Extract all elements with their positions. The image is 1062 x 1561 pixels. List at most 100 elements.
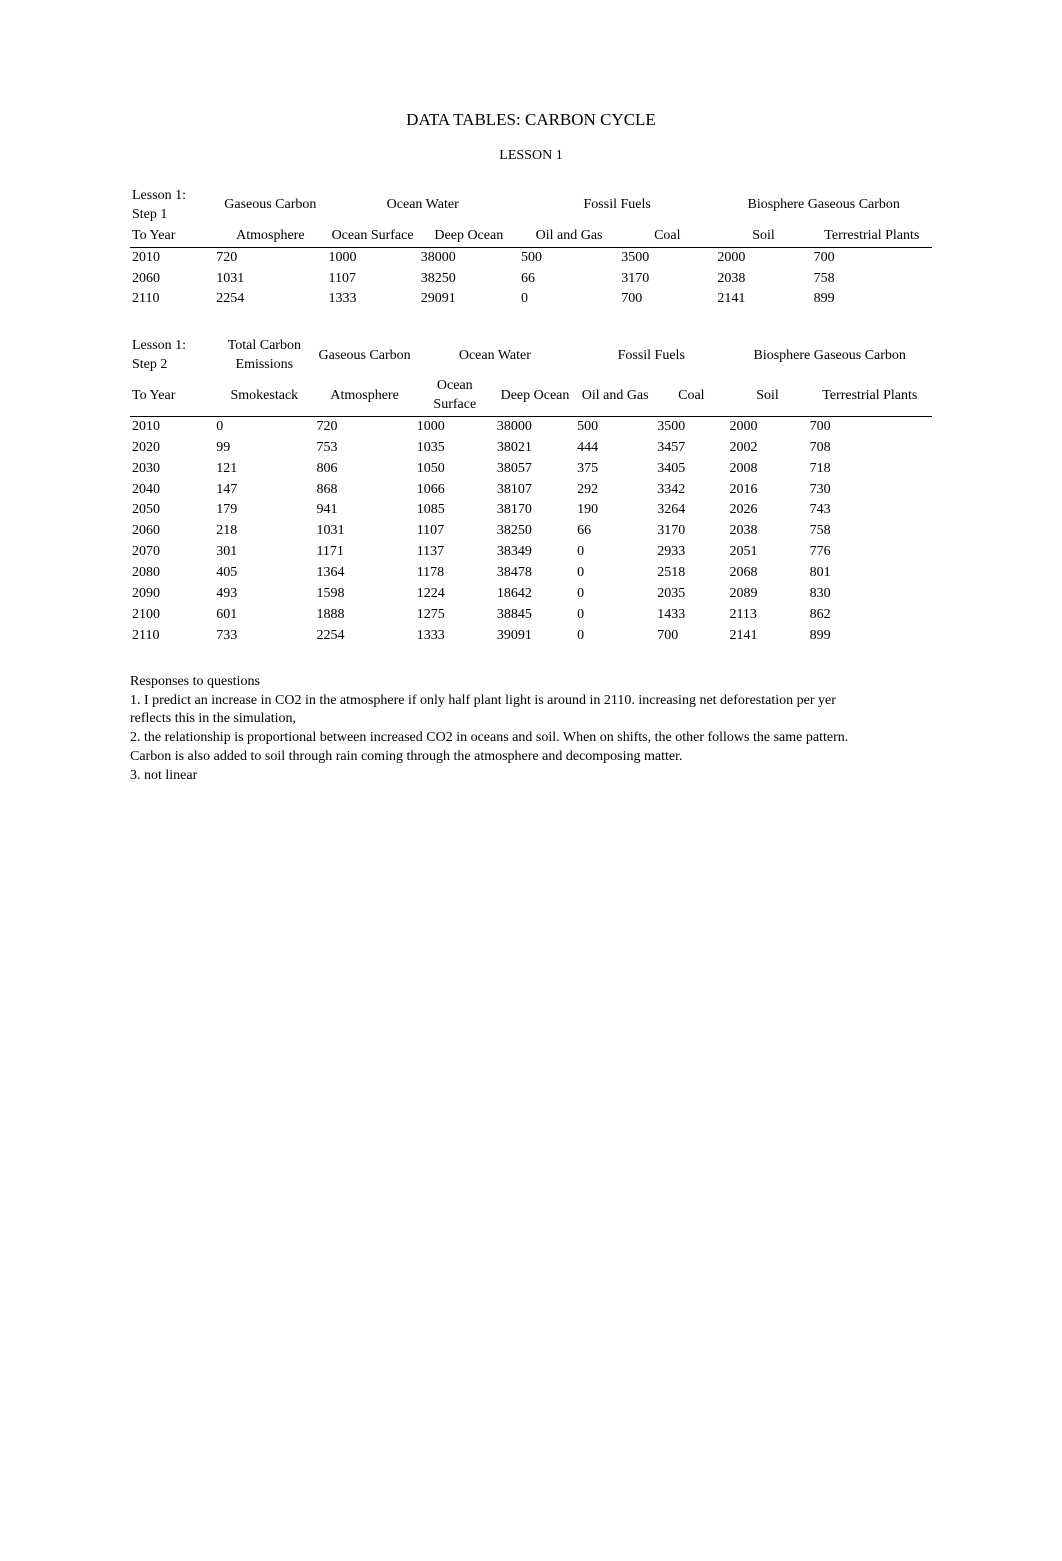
table-cell: 3170 bbox=[655, 521, 727, 542]
table-row: 201072010003800050035002000700 bbox=[130, 247, 932, 268]
table1-sub-atmosphere: Atmosphere bbox=[214, 226, 326, 247]
page-subtitle: LESSON 1 bbox=[130, 148, 932, 164]
responses-heading: Responses to questions bbox=[130, 673, 870, 692]
table-cell: 0 bbox=[575, 542, 655, 563]
table-cell: 1107 bbox=[415, 521, 495, 542]
table-cell: 38845 bbox=[495, 605, 575, 626]
table-cell: 1031 bbox=[314, 521, 414, 542]
table-cell: 292 bbox=[575, 480, 655, 501]
table-cell: 1050 bbox=[415, 459, 495, 480]
table-cell: 1107 bbox=[326, 269, 418, 290]
table-cell: 38107 bbox=[495, 480, 575, 501]
table-cell: 218 bbox=[214, 521, 314, 542]
table-cell: 700 bbox=[808, 416, 932, 437]
table2-corner2: To Year bbox=[130, 376, 214, 416]
table-cell: 2100 bbox=[130, 605, 214, 626]
table-cell: 733 bbox=[214, 626, 314, 647]
table-cell: 38057 bbox=[495, 459, 575, 480]
table-step1: Lesson 1: Step 1 Gaseous Carbon Ocean Wa… bbox=[130, 186, 932, 310]
table-cell: 1000 bbox=[326, 247, 418, 268]
table-cell: 66 bbox=[519, 269, 619, 290]
table-cell: 99 bbox=[214, 438, 314, 459]
table-cell: 2020 bbox=[130, 438, 214, 459]
table-cell: 2089 bbox=[727, 584, 807, 605]
table-cell: 1333 bbox=[326, 289, 418, 310]
document-page: DATA TABLES: CARBON CYCLE LESSON 1 Lesso… bbox=[0, 0, 1062, 786]
table-cell: 1066 bbox=[415, 480, 495, 501]
table-cell: 2016 bbox=[727, 480, 807, 501]
table2-sub-deepocean: Deep Ocean bbox=[495, 376, 575, 416]
table-cell: 1137 bbox=[415, 542, 495, 563]
table-cell: 2000 bbox=[715, 247, 811, 268]
table2-sub-oilgas: Oil and Gas bbox=[575, 376, 655, 416]
table1-group-fossil: Fossil Fuels bbox=[519, 186, 715, 226]
table-cell: 2038 bbox=[727, 521, 807, 542]
table-cell: 375 bbox=[575, 459, 655, 480]
table-cell: 753 bbox=[314, 438, 414, 459]
table-cell: 2060 bbox=[130, 269, 214, 290]
table-cell: 758 bbox=[808, 521, 932, 542]
table-cell: 1031 bbox=[214, 269, 326, 290]
table-cell: 2060 bbox=[130, 521, 214, 542]
table-cell: 1433 bbox=[655, 605, 727, 626]
table-cell: 3405 bbox=[655, 459, 727, 480]
table2-sub-soil: Soil bbox=[727, 376, 807, 416]
table-cell: 0 bbox=[519, 289, 619, 310]
table-row: 20703011171113738349029332051776 bbox=[130, 542, 932, 563]
table2-group-emissions: Total Carbon Emissions bbox=[214, 336, 314, 376]
table-cell: 405 bbox=[214, 563, 314, 584]
table-row: 20804051364117838478025182068801 bbox=[130, 563, 932, 584]
table-cell: 500 bbox=[575, 416, 655, 437]
table-cell: 444 bbox=[575, 438, 655, 459]
table-row: 2110225413332909107002141899 bbox=[130, 289, 932, 310]
table-cell: 720 bbox=[214, 247, 326, 268]
table-cell: 2141 bbox=[727, 626, 807, 647]
table-cell: 700 bbox=[812, 247, 932, 268]
table-cell: 708 bbox=[808, 438, 932, 459]
table-cell: 862 bbox=[808, 605, 932, 626]
table-cell: 1085 bbox=[415, 500, 495, 521]
table-cell: 2051 bbox=[727, 542, 807, 563]
table-cell: 2518 bbox=[655, 563, 727, 584]
table-cell: 2010 bbox=[130, 247, 214, 268]
table-cell: 718 bbox=[808, 459, 932, 480]
table-cell: 720 bbox=[314, 416, 414, 437]
table-step2: Lesson 1: Step 2 Total Carbon Emissions … bbox=[130, 336, 932, 646]
table-cell: 18642 bbox=[495, 584, 575, 605]
table1-sub-deepocean: Deep Ocean bbox=[419, 226, 519, 247]
page-title: DATA TABLES: CARBON CYCLE bbox=[130, 110, 932, 130]
table-cell: 601 bbox=[214, 605, 314, 626]
table1-group-gaseous: Gaseous Carbon bbox=[214, 186, 326, 226]
table-cell: 2068 bbox=[727, 563, 807, 584]
table-cell: 147 bbox=[214, 480, 314, 501]
table-cell: 0 bbox=[575, 605, 655, 626]
table-cell: 868 bbox=[314, 480, 414, 501]
table-cell: 801 bbox=[808, 563, 932, 584]
table-cell: 941 bbox=[314, 500, 414, 521]
table-cell: 2110 bbox=[130, 289, 214, 310]
table-cell: 776 bbox=[808, 542, 932, 563]
table-row: 206010311107382506631702038758 bbox=[130, 269, 932, 290]
table-cell: 1364 bbox=[314, 563, 414, 584]
response-1: 1. I predict an increase in CO2 in the a… bbox=[130, 692, 870, 730]
table2-group-fossil: Fossil Fuels bbox=[575, 336, 727, 376]
table-cell: 1333 bbox=[415, 626, 495, 647]
table-row: 205017994110853817019032642026743 bbox=[130, 500, 932, 521]
table-row: 20904931598122418642020352089830 bbox=[130, 584, 932, 605]
table-cell: 493 bbox=[214, 584, 314, 605]
table-cell: 2050 bbox=[130, 500, 214, 521]
table-cell: 2070 bbox=[130, 542, 214, 563]
table-cell: 743 bbox=[808, 500, 932, 521]
table-cell: 3500 bbox=[619, 247, 715, 268]
table1-sub-plants: Terrestrial Plants bbox=[812, 226, 932, 247]
table2-sub-oceansurface: Ocean Surface bbox=[415, 376, 495, 416]
table1-sub-coal: Coal bbox=[619, 226, 715, 247]
table-cell: 38170 bbox=[495, 500, 575, 521]
table-cell: 1224 bbox=[415, 584, 495, 605]
table-row: 21006011888127538845014332113862 bbox=[130, 605, 932, 626]
table-cell: 806 bbox=[314, 459, 414, 480]
table-cell: 2254 bbox=[214, 289, 326, 310]
table2-sub-coal: Coal bbox=[655, 376, 727, 416]
table-cell: 830 bbox=[808, 584, 932, 605]
table-row: 203012180610503805737534052008718 bbox=[130, 459, 932, 480]
